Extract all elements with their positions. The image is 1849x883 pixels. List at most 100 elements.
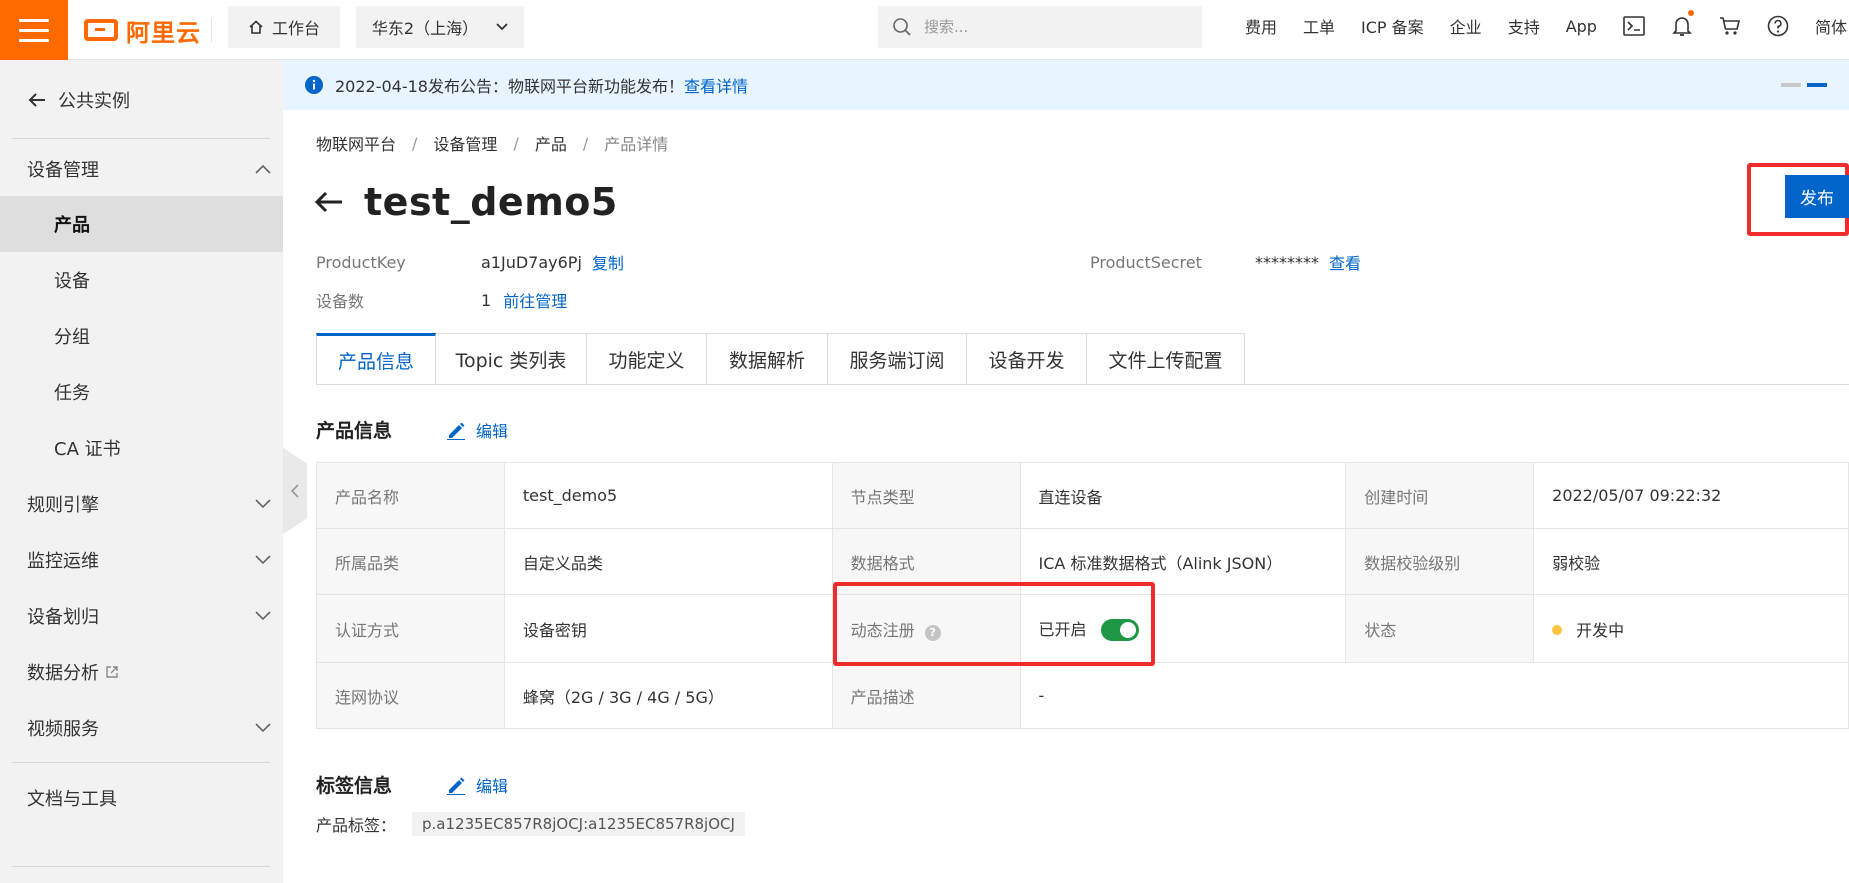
back-to-instances[interactable]: 公共实例 <box>28 84 130 116</box>
breadcrumb-item[interactable]: 产品 <box>535 131 567 155</box>
hamburger-menu-icon[interactable] <box>0 0 68 60</box>
cell-node-type: 直连设备 <box>1019 462 1347 529</box>
announcement-link[interactable]: 查看详情 <box>684 73 748 97</box>
dynamic-register-toggle[interactable] <box>1100 619 1139 641</box>
back-arrow-icon[interactable] <box>314 190 344 214</box>
tab-server-subscribe[interactable]: 服务端订阅 <box>828 333 967 385</box>
language-switch[interactable]: 简体 <box>1802 14 1849 38</box>
bell-icon[interactable] <box>1658 0 1706 52</box>
breadcrumb-separator: / <box>513 133 519 153</box>
sidebar-group-device-mgmt[interactable]: 设备管理 <box>0 141 283 197</box>
nav-enterprise[interactable]: 企业 <box>1437 14 1495 38</box>
nav-app[interactable]: App <box>1553 17 1610 36</box>
tabs-baseline <box>316 384 1849 385</box>
top-nav: 费用 工单 ICP 备案 企业 支持 App 简体 <box>1232 0 1849 52</box>
breadcrumb-item[interactable]: 设备管理 <box>433 131 497 155</box>
sidebar-group-video[interactable]: 视频服务 <box>0 700 283 756</box>
announcement-bar: 2022-04-18发布公告：物联网平台新功能发布！ 查看详情 <box>283 60 1849 110</box>
sidebar-group-device-assign[interactable]: 设备划归 <box>0 588 283 644</box>
manage-devices-link[interactable]: 前往管理 <box>503 288 567 312</box>
breadcrumb-current: 产品详情 <box>604 135 669 154</box>
cell-validation-level: 弱校验 <box>1533 528 1849 595</box>
help-icon[interactable] <box>1754 0 1802 52</box>
chevron-down-icon <box>255 611 271 621</box>
sidebar-group-data-analysis[interactable]: 数据分析 <box>0 644 283 700</box>
sidebar-item-group[interactable]: 分组 <box>0 308 283 364</box>
section-title: 标签信息 <box>316 775 393 797</box>
sidebar-item-ca-cert[interactable]: CA 证书 <box>0 420 283 476</box>
dynamic-register-state: 已开启 <box>1038 620 1087 639</box>
sidebar-collapse-handle[interactable] <box>283 448 307 534</box>
nav-support[interactable]: 支持 <box>1495 14 1553 38</box>
tab-data-parse[interactable]: 数据解析 <box>707 333 828 385</box>
edit-product-info-button[interactable]: 编辑 <box>446 418 508 442</box>
nav-fees[interactable]: 费用 <box>1232 14 1290 38</box>
cell-label-description: 产品描述 <box>831 662 1021 729</box>
device-count-label: 设备数 <box>316 292 365 311</box>
view-secret-link[interactable]: 查看 <box>1329 250 1361 274</box>
pencil-icon <box>447 777 466 795</box>
chevron-left-icon <box>291 484 299 498</box>
aliyun-logo[interactable]: 阿里云 <box>84 12 201 48</box>
cell-network-protocol: 蜂窝（2G / 3G / 4G / 5G） <box>503 662 833 729</box>
edit-label: 编辑 <box>476 421 509 441</box>
chevron-up-icon <box>255 164 271 174</box>
tab-function-def[interactable]: 功能定义 <box>587 333 707 385</box>
sidebar-group-label: 数据分析 <box>27 663 99 684</box>
cell-label-validation-level: 数据校验级别 <box>1345 528 1535 595</box>
nav-tickets[interactable]: 工单 <box>1290 14 1348 38</box>
notification-dot <box>1687 10 1694 16</box>
sidebar-item-task[interactable]: 任务 <box>0 364 283 420</box>
chevron-down-icon <box>255 499 271 509</box>
table-row: 所属品类 自定义品类 数据格式 ICA 标准数据格式（Alink JSON） 数… <box>316 528 1849 595</box>
dynamic-register-label: 动态注册 <box>850 620 915 640</box>
edit-tags-button[interactable]: 编辑 <box>446 773 508 797</box>
pager-dot[interactable] <box>1781 83 1801 87</box>
pencil-icon <box>447 422 466 440</box>
cell-label-dynamic-register: 动态注册? <box>831 594 1021 663</box>
breadcrumb: 物联网平台 / 设备管理 / 产品 / 产品详情 <box>316 131 668 155</box>
sidebar-group-label: 设备管理 <box>27 160 99 181</box>
table-row: 认证方式 设备密钥 动态注册? 已开启 状态 开发中 <box>316 594 1849 663</box>
search-box[interactable] <box>878 6 1202 48</box>
publish-button[interactable]: 发布 <box>1785 175 1849 218</box>
sidebar-item-product[interactable]: 产品 <box>0 196 283 252</box>
copy-link[interactable]: 复制 <box>592 250 624 274</box>
sidebar-docs-tools[interactable]: 文档与工具 <box>0 770 283 826</box>
product-info-section-header: 产品信息 编辑 <box>316 416 508 443</box>
nav-icp[interactable]: ICP 备案 <box>1348 14 1437 38</box>
search-input[interactable] <box>924 18 1174 36</box>
cart-icon[interactable] <box>1706 0 1754 52</box>
product-secret-row: ProductSecret ******** 查看 <box>1090 250 1361 274</box>
top-bar: 阿里云 工作台 华东2（上海） 费用 工单 ICP 备案 企业 支持 App 简… <box>0 0 1849 60</box>
tab-device-dev[interactable]: 设备开发 <box>967 333 1087 385</box>
pager-dot-active[interactable] <box>1807 83 1827 87</box>
region-selector[interactable]: 华东2（上海） <box>356 6 524 48</box>
product-key-label: ProductKey <box>316 252 406 272</box>
question-icon[interactable]: ? <box>924 624 941 641</box>
cell-dynamic-register: 已开启 <box>1019 594 1347 663</box>
arrow-left-icon <box>28 93 45 107</box>
tab-product-info[interactable]: 产品信息 <box>316 333 436 385</box>
back-label: 公共实例 <box>58 91 130 112</box>
tab-file-upload[interactable]: 文件上传配置 <box>1087 333 1245 385</box>
topbar-divider <box>211 18 212 42</box>
sidebar-group-monitoring[interactable]: 监控运维 <box>0 532 283 588</box>
status-text: 开发中 <box>1576 620 1625 640</box>
sidebar-group-rule-engine[interactable]: 规则引擎 <box>0 476 283 532</box>
cell-label-product-name: 产品名称 <box>316 462 505 529</box>
sidebar-group-label: 规则引擎 <box>27 495 99 516</box>
sidebar-group-label: 监控运维 <box>27 551 99 572</box>
home-icon <box>249 20 263 34</box>
workbench-button[interactable]: 工作台 <box>228 6 340 48</box>
page-header: test_demo5 <box>314 180 618 224</box>
sidebar-item-device[interactable]: 设备 <box>0 252 283 308</box>
sidebar: 公共实例 设备管理 产品 设备 分组 任务 CA 证书 规则引擎 监控运维 设备… <box>0 60 283 883</box>
tab-topic-list[interactable]: Topic 类列表 <box>436 333 587 385</box>
product-key-row: ProductKey a1JuD7ay6Pj 复制 <box>316 250 624 274</box>
terminal-icon[interactable] <box>1610 0 1658 52</box>
breadcrumb-item[interactable]: 物联网平台 <box>316 131 396 155</box>
sidebar-divider <box>12 762 270 763</box>
status-dot <box>1552 624 1563 635</box>
logo-text: 阿里云 <box>126 18 201 47</box>
